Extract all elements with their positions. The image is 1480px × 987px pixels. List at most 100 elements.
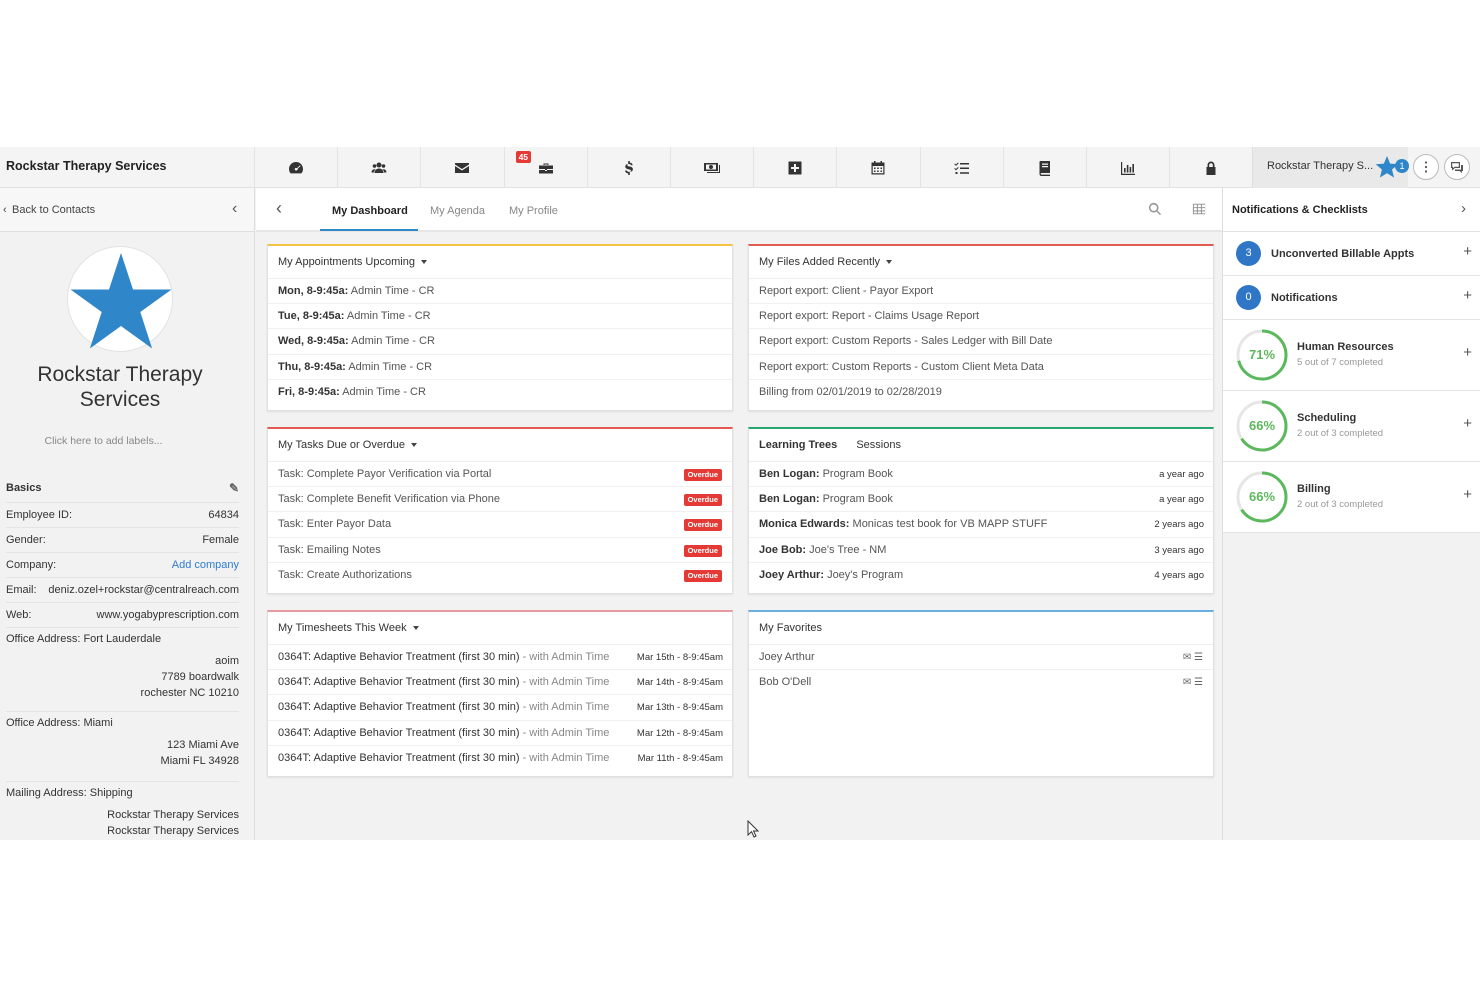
- nav-dashboard-button[interactable]: [254, 147, 337, 188]
- nav-reports-button[interactable]: [1085, 147, 1169, 188]
- checklist-item[interactable]: 66% Scheduling 2 out of 3 completed +: [1223, 391, 1480, 462]
- chevron-left-icon: ‹: [3, 204, 7, 216]
- learning-row[interactable]: Ben Logan: Program Book a year ago: [749, 462, 1213, 488]
- chat-button[interactable]: [1444, 154, 1470, 180]
- timesheet-row[interactable]: 0364T: Adaptive Behavior Treatment (firs…: [268, 746, 732, 771]
- tab-my-profile[interactable]: My Profile: [509, 205, 558, 217]
- favorite-row[interactable]: Bob O'Dell ✉ ☰: [749, 670, 1213, 695]
- envelope-icon[interactable]: ✉: [1183, 677, 1191, 688]
- field-label: Employee ID:: [6, 509, 73, 521]
- task-row[interactable]: Task: Create Authorizations Overdue: [268, 563, 732, 588]
- email-value[interactable]: deniz.ozel+rockstar@centralreach.com: [48, 578, 239, 602]
- mouse-cursor-icon: [747, 820, 759, 838]
- notifications-item[interactable]: 0 Notifications +: [1223, 276, 1480, 320]
- overdue-badge: Overdue: [683, 544, 722, 557]
- appointment-row[interactable]: Wed, 8-9:45a: Admin Time - CR: [268, 329, 732, 355]
- tasks-title-dropdown[interactable]: My Tasks Due or Overdue: [268, 429, 732, 462]
- nav-calendar-button[interactable]: [836, 147, 919, 188]
- checklist-item[interactable]: 71% Human Resources 5 out of 7 completed…: [1223, 320, 1480, 391]
- nav-billing-button[interactable]: [586, 147, 670, 188]
- timesheet-row[interactable]: 0364T: Adaptive Behavior Treatment (firs…: [268, 721, 732, 746]
- unconverted-appts-item[interactable]: 3 Unconverted Billable Appts +: [1223, 232, 1480, 276]
- files-title-dropdown[interactable]: My Files Added Recently: [749, 246, 1213, 279]
- plus-icon[interactable]: +: [1463, 243, 1472, 260]
- tab-my-agenda[interactable]: My Agenda: [430, 205, 485, 217]
- nav-clinical-button[interactable]: [753, 147, 836, 188]
- account-name: Rockstar Therapy S...: [1267, 160, 1374, 172]
- add-labels-link[interactable]: Click here to add labels...: [0, 435, 207, 447]
- task-row[interactable]: Task: Enter Payor Data Overdue: [268, 512, 732, 538]
- task-row[interactable]: Task: Complete Benefit Verification via …: [268, 487, 732, 513]
- contact-name: Rockstar Therapy Services: [37, 363, 203, 411]
- file-row[interactable]: Report export: Custom Reports - Sales Le…: [749, 329, 1213, 355]
- learning-row[interactable]: Joey Arthur: Joey's Program 4 years ago: [749, 563, 1213, 588]
- appointment-row[interactable]: Thu, 8-9:45a: Admin Time - CR: [268, 355, 732, 380]
- checklist-item[interactable]: 66% Billing 2 out of 3 completed +: [1223, 462, 1480, 533]
- back-to-contacts-link[interactable]: Back to Contacts: [12, 204, 95, 216]
- appointment-row[interactable]: Tue, 8-9:45a: Admin Time - CR: [268, 304, 732, 330]
- card-title-text: My Timesheets This Week: [278, 622, 407, 634]
- address-title: Mailing Address: Shipping: [6, 787, 133, 799]
- learning-item: Monicas test book for VB MAPP STUFF: [852, 518, 1048, 531]
- appointments-title-dropdown[interactable]: My Appointments Upcoming: [268, 246, 732, 279]
- nav-tasks-button[interactable]: [919, 147, 1003, 188]
- nav-library-button[interactable]: [1002, 147, 1086, 188]
- timesheets-title-dropdown[interactable]: My Timesheets This Week: [268, 612, 732, 645]
- plus-icon[interactable]: +: [1463, 344, 1472, 361]
- vertical-dots-icon: [1424, 161, 1428, 173]
- more-options-button[interactable]: [1413, 154, 1439, 180]
- plus-icon[interactable]: +: [1463, 415, 1472, 432]
- tab-learning-trees[interactable]: Learning Trees: [759, 439, 837, 451]
- files-card: My Files Added Recently Report export: C…: [748, 244, 1214, 411]
- grid-view-icon[interactable]: [1192, 202, 1206, 216]
- field-gender: Gender: Female: [6, 527, 239, 552]
- task-row[interactable]: Task: Complete Payor Verification via Po…: [268, 462, 732, 488]
- appointment-time: Thu, 8-9:45a:: [278, 360, 346, 373]
- tasks-icon[interactable]: ☰: [1194, 652, 1203, 663]
- field-company: Company: Add company: [6, 552, 239, 577]
- nav-security-button[interactable]: [1169, 147, 1252, 188]
- pencil-edit-icon[interactable]: ✎: [229, 481, 239, 495]
- appointment-row[interactable]: Mon, 8-9:45a: Admin Time - CR: [268, 279, 732, 305]
- envelope-icon[interactable]: ✉: [1183, 652, 1191, 663]
- tasks-icon[interactable]: ☰: [1194, 677, 1203, 688]
- tab-my-dashboard[interactable]: My Dashboard: [332, 205, 408, 217]
- learning-item: Program Book: [822, 468, 893, 480]
- learning-row[interactable]: Joe Bob: Joe's Tree - NM 3 years ago: [749, 538, 1213, 563]
- tab-sessions[interactable]: Sessions: [856, 439, 901, 451]
- learning-card-header: Learning Trees Sessions: [749, 429, 1213, 462]
- nav-briefcase-button[interactable]: 45: [503, 147, 587, 188]
- tasks-icon: [953, 162, 969, 174]
- checklist-subtitle: 2 out of 3 completed: [1297, 428, 1384, 439]
- appointment-row[interactable]: Fri, 8-9:45a: Admin Time - CR: [268, 380, 732, 405]
- file-row[interactable]: Report export: Client - Payor Export: [749, 279, 1213, 305]
- plus-icon[interactable]: +: [1463, 287, 1472, 304]
- timesheet-row[interactable]: 0364T: Adaptive Behavior Treatment (firs…: [268, 670, 732, 696]
- file-row[interactable]: Billing from 02/01/2019 to 02/28/2019: [749, 380, 1213, 405]
- collapse-sidebar-button[interactable]: ‹: [232, 200, 237, 218]
- favorite-row[interactable]: Joey Arthur ✉ ☰: [749, 645, 1213, 671]
- learning-row[interactable]: Ben Logan: Program Book a year ago: [749, 487, 1213, 513]
- task-row[interactable]: Task: Emailing Notes Overdue: [268, 538, 732, 563]
- panel-title: Notifications & Checklists: [1232, 204, 1368, 216]
- web-value[interactable]: www.yogabyprescription.com: [97, 603, 239, 627]
- learning-row[interactable]: Monica Edwards: Monicas test book for VB…: [749, 512, 1213, 538]
- account-switcher[interactable]: Rockstar Therapy S... 1: [1252, 147, 1409, 188]
- address-line: Rockstar Therapy Services: [107, 809, 239, 821]
- appointment-time: Fri, 8-9:45a:: [278, 385, 340, 398]
- dashboard-main: ‹ My Dashboard My Agenda My Profile My A…: [256, 188, 1222, 840]
- appointments-card: My Appointments Upcoming Mon, 8-9:45a: A…: [267, 244, 733, 411]
- nav-messages-button[interactable]: [420, 147, 503, 188]
- timesheet-row[interactable]: 0364T: Adaptive Behavior Treatment (firs…: [268, 695, 732, 721]
- search-icon[interactable]: [1148, 202, 1162, 216]
- plus-icon[interactable]: +: [1463, 486, 1472, 503]
- timesheet-row[interactable]: 0364T: Adaptive Behavior Treatment (firs…: [268, 645, 732, 671]
- nav-contacts-button[interactable]: [337, 147, 420, 188]
- avatar[interactable]: [67, 246, 173, 352]
- nav-payments-button[interactable]: [669, 147, 753, 188]
- chevron-right-icon[interactable]: ›: [1461, 200, 1466, 217]
- file-row[interactable]: Report export: Report - Claims Usage Rep…: [749, 304, 1213, 330]
- back-chevron-button[interactable]: ‹: [276, 198, 282, 219]
- file-row[interactable]: Report export: Custom Reports - Custom C…: [749, 355, 1213, 380]
- add-company-link[interactable]: Add company: [172, 553, 239, 577]
